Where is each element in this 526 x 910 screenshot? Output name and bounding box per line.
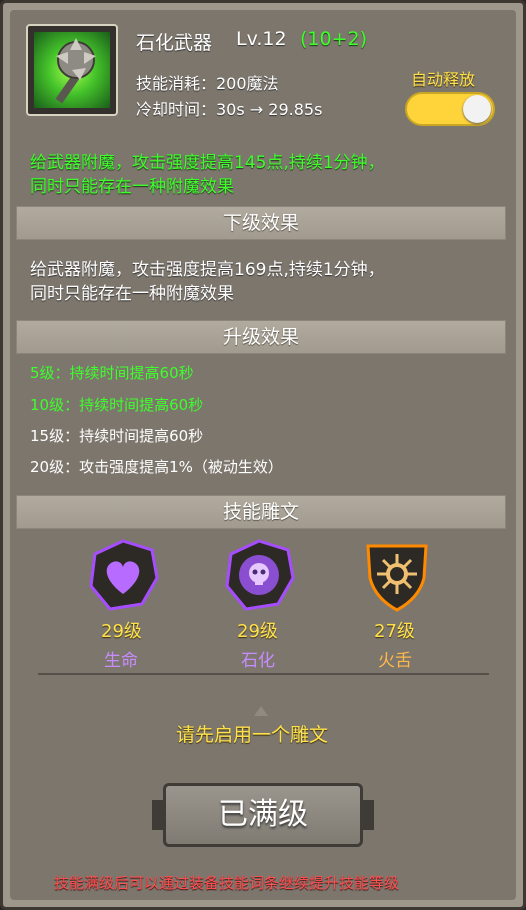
current-effect-line1: 给武器附魔，攻击强度提高145点,持续1分钟， (30, 153, 385, 173)
toggle-knob[interactable] (463, 95, 491, 123)
skill-icon-frame (26, 24, 118, 116)
auto-release-toggle[interactable] (405, 92, 495, 126)
next-level-line2: 同时只能存在一种附魔效果 (30, 284, 234, 304)
rune-slot-life[interactable] (86, 538, 160, 612)
rune-level: 29级 (237, 621, 278, 642)
next-level-line1: 给武器附魔，攻击强度提高169点,持续1分钟， (30, 260, 385, 280)
upgrade-item: 20级：攻击强度提高1%（被动生效） (30, 458, 283, 476)
skill-name: 石化武器 (136, 32, 213, 54)
stone-weapon-icon (34, 32, 110, 108)
rune-hint: 请先启用一个雕文 (176, 724, 329, 746)
rune-name: 火舌 (378, 651, 412, 671)
skill-panel (10, 10, 516, 900)
skill-level: Lv.12 (236, 28, 287, 50)
current-effect-line2: 同时只能存在一种附魔效果 (30, 177, 234, 197)
rune-level: 29级 (101, 621, 142, 642)
skill-cooldown: 冷却时间：30s → 29.85s (136, 100, 323, 119)
max-level-button[interactable]: 已满级 (152, 783, 374, 847)
rune-slot-fire-tongue[interactable] (360, 538, 434, 612)
hint-arrow-icon (254, 706, 268, 716)
footer-note: 技能满级后可以通过装备技能词条继续提升技能等级 (54, 874, 400, 892)
upgrade-item: 5级：持续时间提高60秒 (30, 364, 194, 382)
rune-name: 生命 (104, 651, 138, 671)
rune-level: 27级 (374, 621, 415, 642)
rune-divider (38, 673, 489, 675)
heart-icon (89, 539, 159, 611)
upgrade-item: 10级：持续时间提高60秒 (30, 396, 204, 414)
auto-release-label: 自动释放 (411, 70, 476, 89)
next-level-header: 下级效果 (16, 206, 506, 240)
skill-cost: 技能消耗：200魔法 (136, 74, 279, 93)
upgrade-header: 升级效果 (16, 320, 506, 354)
rune-slot-petrify[interactable] (222, 538, 296, 612)
skill-level-bonus: (10+2) (300, 28, 368, 50)
fire-burst-icon (366, 544, 428, 612)
upgrade-item: 15级：持续时间提高60秒 (30, 427, 204, 445)
rune-name: 石化 (241, 651, 275, 671)
skull-icon (225, 539, 295, 611)
rune-header: 技能雕文 (16, 495, 506, 529)
